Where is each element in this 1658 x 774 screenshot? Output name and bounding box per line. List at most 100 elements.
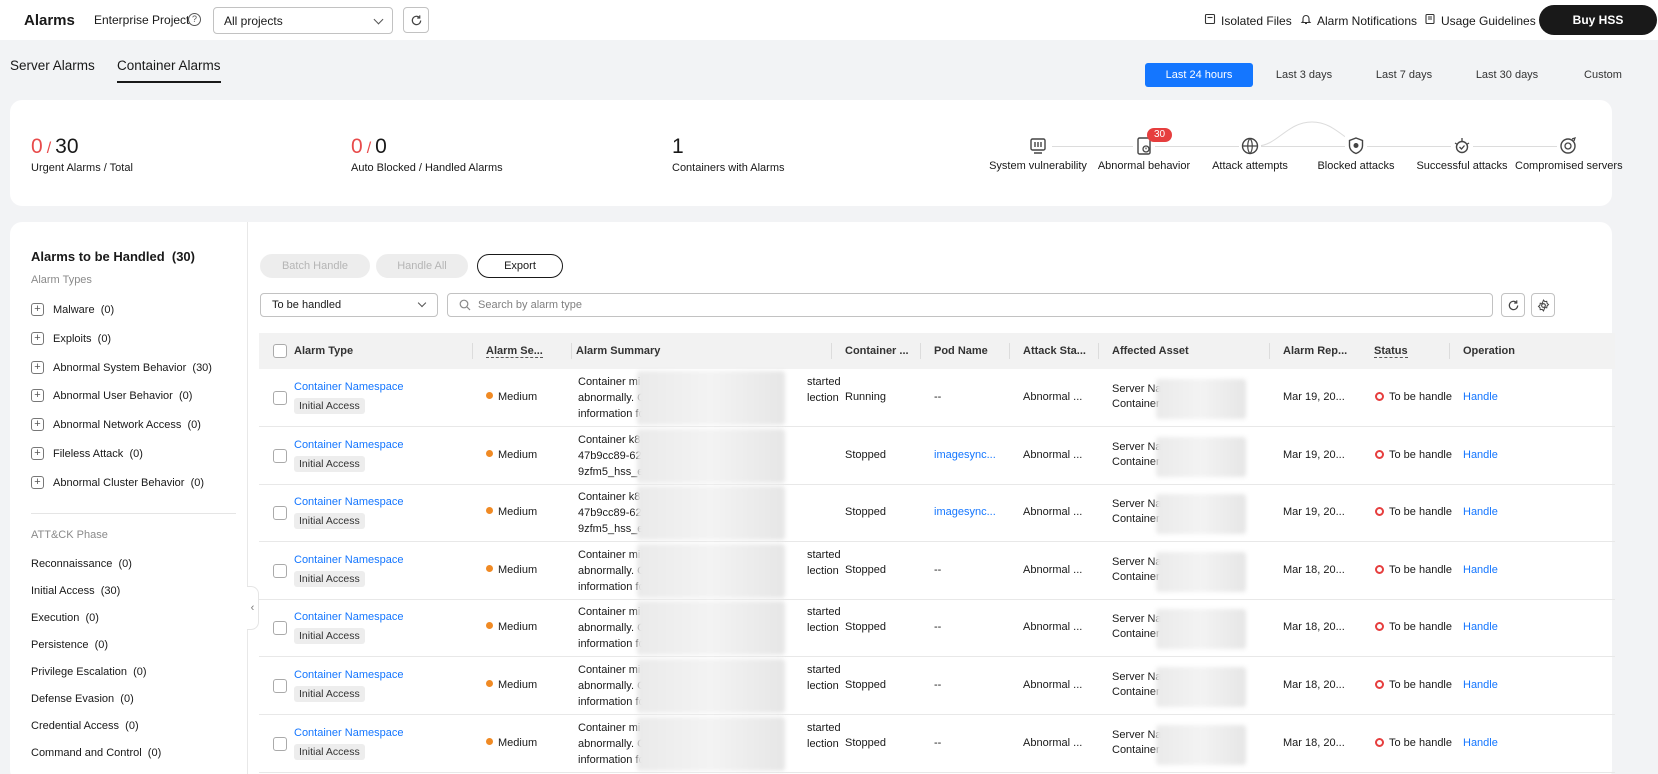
expand-icon[interactable]: + bbox=[31, 418, 44, 431]
table-row[interactable]: Container Namespace Initial Access Medium C… bbox=[259, 427, 1615, 485]
status-filter-select[interactable]: To be handled bbox=[260, 293, 438, 317]
expand-icon[interactable]: + bbox=[31, 476, 44, 489]
col-attack-stage[interactable]: Attack Sta... bbox=[1023, 345, 1086, 357]
phase-privilege-escalation[interactable]: Privilege Escalation (0) bbox=[31, 666, 147, 678]
handle-link[interactable]: Handle bbox=[1463, 564, 1498, 576]
project-refresh-button[interactable] bbox=[403, 7, 429, 33]
row-checkbox[interactable] bbox=[273, 621, 287, 635]
phase-command-and-control[interactable]: Command and Control (0) bbox=[31, 747, 161, 759]
phase-initial-access[interactable]: Initial Access (30) bbox=[31, 585, 120, 597]
pod-name[interactable]: imagesync... bbox=[934, 449, 996, 461]
summary-text: Container k8 bbox=[578, 434, 641, 446]
range-last-3-days[interactable]: Last 3 days bbox=[1265, 63, 1343, 87]
range-last-30-days[interactable]: Last 30 days bbox=[1465, 63, 1549, 87]
row-checkbox[interactable] bbox=[273, 391, 287, 405]
col-alarm-type[interactable]: Alarm Type bbox=[294, 345, 353, 357]
col-status[interactable]: Status bbox=[1374, 345, 1408, 358]
phase-persistence[interactable]: Persistence (0) bbox=[31, 639, 108, 651]
table-row[interactable]: Container Namespace Initial Access Medium C… bbox=[259, 599, 1615, 657]
row-checkbox[interactable] bbox=[273, 506, 287, 520]
col-alarm-reported[interactable]: Alarm Rep... bbox=[1283, 345, 1347, 357]
containers-label: Containers with Alarms bbox=[672, 162, 785, 174]
expand-icon[interactable]: + bbox=[31, 361, 44, 374]
tab-container-alarms[interactable]: Container Alarms bbox=[117, 58, 221, 83]
table-row[interactable]: Container Namespace Initial Access Medium C… bbox=[259, 542, 1615, 600]
handle-link[interactable]: Handle bbox=[1463, 621, 1498, 633]
alarm-reported-time: Mar 18, 20... bbox=[1283, 621, 1345, 633]
affected-asset-container: Container bbox=[1112, 398, 1160, 410]
col-pod-name[interactable]: Pod Name bbox=[934, 345, 988, 357]
severity-label: Medium bbox=[498, 506, 538, 518]
container-status: Stopped bbox=[845, 564, 886, 576]
alarm-type-link[interactable]: Container Namespace bbox=[294, 554, 403, 566]
expand-icon[interactable]: + bbox=[31, 447, 44, 460]
handle-link[interactable]: Handle bbox=[1463, 737, 1498, 749]
project-select[interactable]: All projects bbox=[213, 7, 393, 34]
status-ring-icon bbox=[1375, 680, 1384, 689]
alarm-type-link[interactable]: Container Namespace bbox=[294, 727, 403, 739]
affected-asset-container: Container bbox=[1112, 628, 1160, 640]
severity-dot-icon bbox=[486, 507, 493, 514]
col-container[interactable]: Container ... bbox=[845, 345, 909, 357]
range-last-7-days[interactable]: Last 7 days bbox=[1365, 63, 1443, 87]
phase-defense-evasion[interactable]: Defense Evasion (0) bbox=[31, 693, 134, 705]
attack-phase-tag: Initial Access bbox=[294, 456, 365, 472]
affected-asset-server: Server Na bbox=[1112, 613, 1162, 625]
table-row[interactable]: Container Namespace Initial Access Medium C… bbox=[259, 369, 1615, 427]
table-row[interactable]: Container Namespace Initial Access Medium C… bbox=[259, 657, 1615, 715]
col-alarm-summary[interactable]: Alarm Summary bbox=[576, 345, 660, 357]
handle-link[interactable]: Handle bbox=[1463, 679, 1498, 691]
handle-all-button[interactable]: Handle All bbox=[376, 254, 468, 278]
col-alarm-severity[interactable]: Alarm Se... bbox=[486, 345, 543, 358]
alarm-type-link[interactable]: Container Namespace bbox=[294, 381, 403, 393]
summary-text: Container mi bbox=[578, 664, 641, 676]
row-checkbox[interactable] bbox=[273, 564, 287, 578]
attck-phase-heading: ATT&CK Phase bbox=[31, 529, 108, 541]
expand-icon[interactable]: + bbox=[31, 389, 44, 402]
chain-label: Compromised servers bbox=[1515, 160, 1623, 172]
help-icon[interactable]: ? bbox=[188, 13, 201, 26]
alarm-type-link[interactable]: Container Namespace bbox=[294, 611, 403, 623]
collapse-panel-button[interactable]: ‹ bbox=[247, 586, 259, 630]
search-input[interactable] bbox=[478, 297, 1378, 313]
expand-icon[interactable]: + bbox=[31, 303, 44, 316]
isolated-files-link[interactable]: Isolated Files bbox=[1204, 13, 1292, 28]
attack-phase-tag: Initial Access bbox=[294, 628, 365, 644]
usage-guidelines-link[interactable]: Usage Guidelines bbox=[1425, 13, 1536, 28]
attack-stage: Abnormal ... bbox=[1023, 621, 1083, 633]
export-button[interactable]: Export bbox=[477, 254, 563, 278]
table-settings-button[interactable] bbox=[1531, 293, 1555, 317]
table-row[interactable]: Container Namespace Initial Access Medium C… bbox=[259, 715, 1615, 773]
table-row[interactable]: Container Namespace Initial Access Medium C… bbox=[259, 484, 1615, 542]
alarm-type-link[interactable]: Container Namespace bbox=[294, 496, 403, 508]
row-checkbox[interactable] bbox=[273, 737, 287, 751]
alarm-filter-panel: Alarms to be Handled (30) Alarm Types + M… bbox=[10, 222, 248, 774]
handle-link[interactable]: Handle bbox=[1463, 391, 1498, 403]
expand-icon[interactable]: + bbox=[31, 332, 44, 345]
col-operation[interactable]: Operation bbox=[1463, 345, 1515, 357]
select-all-checkbox[interactable] bbox=[273, 344, 287, 358]
container-status: Stopped bbox=[845, 679, 886, 691]
table-refresh-button[interactable] bbox=[1501, 293, 1525, 317]
alarm-type-link[interactable]: Container Namespace bbox=[294, 439, 403, 451]
pod-name[interactable]: imagesync... bbox=[934, 506, 996, 518]
range-last-24-hours[interactable]: Last 24 hours bbox=[1145, 63, 1253, 87]
attack-phase-tag: Initial Access bbox=[294, 744, 365, 760]
alarm-type-count: (0) bbox=[190, 477, 205, 489]
col-affected-asset[interactable]: Affected Asset bbox=[1112, 345, 1189, 357]
batch-handle-button[interactable]: Batch Handle bbox=[260, 254, 370, 278]
alarm-type-link[interactable]: Container Namespace bbox=[294, 669, 403, 681]
buy-hss-button[interactable]: Buy HSS bbox=[1539, 5, 1657, 35]
phase-reconnaissance[interactable]: Reconnaissance (0) bbox=[31, 558, 132, 570]
affected-asset-server: Server Na bbox=[1112, 556, 1162, 568]
phase-execution[interactable]: Execution (0) bbox=[31, 612, 99, 624]
handle-link[interactable]: Handle bbox=[1463, 506, 1498, 518]
handle-link[interactable]: Handle bbox=[1463, 449, 1498, 461]
row-checkbox[interactable] bbox=[273, 449, 287, 463]
range-custom[interactable]: Custom bbox=[1572, 63, 1634, 87]
row-checkbox[interactable] bbox=[273, 679, 287, 693]
alarm-notifications-link[interactable]: Alarm Notifications bbox=[1300, 14, 1417, 28]
phase-credential-access[interactable]: Credential Access (0) bbox=[31, 720, 139, 732]
tab-server-alarms[interactable]: Server Alarms bbox=[10, 58, 95, 73]
summary-text: information fo bbox=[578, 754, 645, 766]
